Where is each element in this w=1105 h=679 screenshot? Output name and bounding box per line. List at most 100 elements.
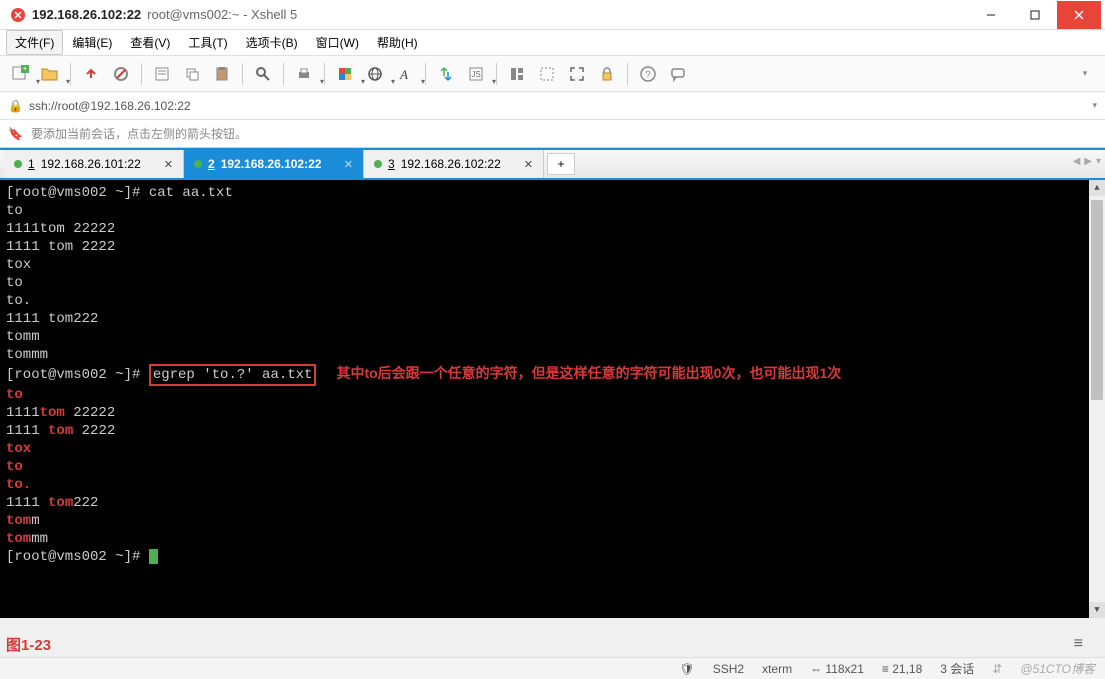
terminal-line: to (6, 202, 1099, 220)
transfer-button[interactable] (432, 60, 460, 88)
layout-button[interactable] (503, 60, 531, 88)
bookmark-icon[interactable]: 🔖 (8, 127, 23, 141)
terminal-line: tomm (6, 328, 1099, 346)
add-tab-button[interactable]: + (547, 153, 575, 175)
terminal-line: to (6, 386, 1099, 404)
help-button[interactable]: ? (634, 60, 662, 88)
menubar: 文件(F) 编辑(E) 查看(V) 工具(T) 选项卡(B) 窗口(W) 帮助(… (0, 30, 1105, 56)
scrollbar[interactable]: ▲ ▼ (1089, 180, 1105, 618)
font-button[interactable]: A▾ (391, 60, 419, 88)
paste-button[interactable] (208, 60, 236, 88)
properties-button[interactable] (148, 60, 176, 88)
menu-tools[interactable]: 工具(T) (179, 30, 236, 55)
toolbar: +▾ ▾ ▾ ▾ ▾ A▾ JS▾ ? ▾ (0, 56, 1105, 92)
title-host: 192.168.26.102:22 (32, 7, 141, 22)
print-button[interactable]: ▾ (290, 60, 318, 88)
encoding-button[interactable]: ▾ (361, 60, 389, 88)
tabbar: 1 192.168.26.101:22 ✕ 2 192.168.26.102:2… (0, 148, 1105, 178)
statusbar: 🛡 SSH2 xterm ⇔ 118x21 ≡ 21,18 3 会话 ⇵ @51… (0, 657, 1105, 679)
terminal-line: 1111 tom 2222 (6, 238, 1099, 256)
cursor-icon (149, 549, 158, 564)
terminal-line: to (6, 458, 1099, 476)
session-tab-1[interactable]: 1 192.168.26.101:22 ✕ (4, 150, 184, 178)
menu-help[interactable]: 帮助(H) (368, 30, 427, 55)
toolbar-overflow-button[interactable]: ▾ (1071, 60, 1099, 88)
terminal-line: 1111tom 22222 (6, 220, 1099, 238)
terminal-line: 1111 tom222 (6, 310, 1099, 328)
maximize-button[interactable] (1013, 1, 1057, 29)
terminal-line: to (6, 274, 1099, 292)
reconnect-button[interactable] (77, 60, 105, 88)
terminal-line: tommm (6, 346, 1099, 364)
menu-view[interactable]: 查看(V) (121, 30, 179, 55)
menu-edit[interactable]: 编辑(E) (63, 30, 121, 55)
color-scheme-button[interactable]: ▾ (331, 60, 359, 88)
menu-file[interactable]: 文件(F) (6, 30, 63, 55)
terminal-line: tox (6, 440, 1099, 458)
forum-button[interactable] (664, 60, 692, 88)
annotation-text: 其中to后会跟一个任意的字符，但是这样任意的字符可能出现0次，也可能出现1次 (336, 365, 841, 381)
tab-close-icon[interactable]: ✕ (524, 158, 533, 171)
terminal[interactable]: [root@vms002 ~]# cat aa.txt to1111tom 22… (0, 178, 1105, 618)
address-url: ssh://root@192.168.26.102:22 (29, 99, 191, 113)
title-rest: root@vms002:~ - Xshell 5 (147, 7, 297, 22)
new-session-button[interactable]: +▾ (6, 60, 34, 88)
close-button[interactable] (1057, 1, 1101, 29)
address-dropdown-icon[interactable]: ▾ (1092, 100, 1097, 111)
svg-text:JS: JS (471, 70, 480, 79)
highlighted-command: egrep 'to.?' aa.txt (149, 364, 317, 386)
scrollbar-thumb[interactable] (1091, 200, 1103, 400)
tab-close-icon[interactable]: ✕ (164, 158, 173, 171)
terminal-line: tomm (6, 512, 1099, 530)
tab-prev-icon[interactable]: ◀ (1073, 156, 1081, 167)
terminal-line: 1111 tom 2222 (6, 422, 1099, 440)
status-dot-icon (14, 160, 22, 168)
terminal-line: 1111 tom222 (6, 494, 1099, 512)
scroll-down-icon[interactable]: ▼ (1089, 602, 1105, 618)
session-tab-2[interactable]: 2 192.168.26.102:22 ✕ (184, 150, 364, 178)
hamburger-icon[interactable]: ≡ (1074, 635, 1083, 653)
svg-text:A: A (399, 67, 408, 82)
status-pos: ≡ 21,18 (882, 662, 922, 676)
find-button[interactable] (249, 60, 277, 88)
tab-number: 3 (388, 157, 395, 171)
svg-text:+: + (23, 65, 28, 73)
tab-number: 2 (208, 157, 215, 171)
minimize-button[interactable] (969, 1, 1013, 29)
tab-next-icon[interactable]: ▶ (1084, 156, 1092, 167)
status-sessions: 3 会话 (940, 660, 974, 677)
disconnect-button[interactable] (107, 60, 135, 88)
hintbar: 🔖 要添加当前会话，点击左侧的箭头按钮。 (0, 120, 1105, 148)
script-button[interactable]: JS▾ (462, 60, 490, 88)
tab-number: 1 (28, 157, 35, 171)
tab-label: 192.168.26.101:22 (41, 157, 141, 171)
status-size: ⇔ 118x21 (810, 662, 864, 676)
tab-label: 192.168.26.102:22 (221, 157, 322, 171)
fullscreen-button[interactable] (563, 60, 591, 88)
status-dot-icon (194, 160, 202, 168)
tab-list-icon[interactable]: ▾ (1096, 156, 1101, 167)
hint-text: 要添加当前会话，点击左侧的箭头按钮。 (31, 125, 247, 142)
status-term: xterm (762, 662, 792, 676)
status-updown-icon: ⇵ (992, 662, 1002, 676)
status-dot-icon (374, 160, 382, 168)
tab-close-icon[interactable]: ✕ (344, 158, 353, 171)
copy-button[interactable] (178, 60, 206, 88)
titlebar: 192.168.26.102:22 root@vms002:~ - Xshell… (0, 0, 1105, 30)
terminal-line: 1111tom 22222 (6, 404, 1099, 422)
addressbar[interactable]: 🔒 ssh://root@192.168.26.102:22 ▾ (0, 92, 1105, 120)
figure-label: 图1-23 (6, 634, 51, 655)
watermark: @51CTO博客 (1020, 660, 1095, 677)
menu-tabs[interactable]: 选项卡(B) (237, 30, 307, 55)
lock-button[interactable] (593, 60, 621, 88)
terminal-line: tox (6, 256, 1099, 274)
terminal-line: [root@vms002 ~]# egrep 'to.?' aa.txt其中to… (6, 364, 1099, 386)
status-shield-icon: 🛡 (679, 662, 694, 676)
open-button[interactable]: ▾ (36, 60, 64, 88)
menu-window[interactable]: 窗口(W) (307, 30, 368, 55)
session-tab-3[interactable]: 3 192.168.26.102:22 ✕ (364, 150, 544, 178)
tab-label: 192.168.26.102:22 (401, 157, 501, 171)
terminal-line: to. (6, 476, 1099, 494)
toggle-simple-button[interactable] (533, 60, 561, 88)
scroll-up-icon[interactable]: ▲ (1089, 180, 1105, 196)
